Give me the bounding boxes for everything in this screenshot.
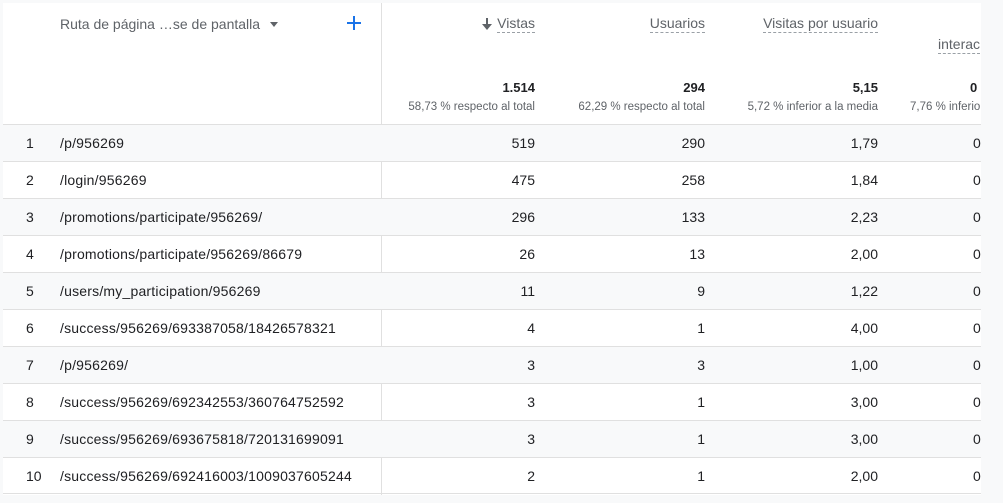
cell-usuarios: 1 [697,320,705,336]
caret-down-icon[interactable] [270,21,279,27]
row-index: 9 [26,431,34,447]
horizontal-overflow-edge [981,3,1003,495]
table-row[interactable]: 2 /login/956269 475 258 1,84 0 [3,161,981,198]
table-row[interactable]: 7 /p/956269/ 3 3 1,00 0 [3,346,981,383]
row-index: 10 [26,468,42,484]
cell-vistas: 11 [520,283,535,299]
cell-vistas: 3 [527,431,535,447]
total-note-visitas-por-usuario: 5,72 % inferior a la media [747,101,878,113]
row-path-link[interactable]: /success/956269/693387058/18426578321 [60,320,336,336]
cell-visitas-por-usuario: 4,00 [850,320,878,336]
table-row[interactable]: 10 /success/956269/692416003/10090376052… [3,457,981,494]
cell-usuarios: 9 [697,283,705,299]
cell-interacciones: 0 [973,394,981,410]
cell-interacciones: 0 [973,431,981,447]
row-index: 6 [26,320,34,336]
column-header-label: Vistas [497,15,535,33]
column-header-label: Usuarios [649,15,705,33]
cell-visitas-por-usuario: 2,23 [850,209,878,225]
total-interacciones: 0 [970,80,978,95]
table-row[interactable]: 8 /success/956269/692342553/360764752592… [3,383,981,420]
cell-usuarios: 1 [697,431,705,447]
row-path-link[interactable]: /p/956269/ [60,357,128,373]
total-visitas-por-usuario: 5,15 [852,80,878,95]
cell-usuarios: 133 [681,209,705,225]
cell-usuarios: 3 [697,357,705,373]
cell-visitas-por-usuario: 2,00 [850,246,878,262]
arrow-down-icon [482,18,493,30]
cell-interacciones: 0 [973,209,981,225]
cell-usuarios: 258 [681,172,705,188]
row-path-link[interactable]: /success/956269/692342553/360764752592 [60,394,344,410]
row-path-link[interactable]: /users/my_participation/956269 [60,283,261,299]
cell-usuarios: 1 [697,468,705,484]
table-row[interactable]: 3 /promotions/participate/956269/ 296 13… [3,198,981,235]
cell-interacciones: 0 [973,283,981,299]
plus-icon [347,16,361,30]
cell-vistas: 3 [527,357,535,373]
total-note-usuarios: 62,29 % respecto al total [578,101,705,113]
cell-visitas-por-usuario: 1,84 [850,172,878,188]
cell-vistas: 3 [527,394,535,410]
total-note-interacciones: 7,76 % inferio [910,101,981,113]
column-header-interacciones[interactable]: interac [938,36,981,54]
cell-vistas: 519 [511,135,535,151]
dimension-label: Ruta de página …se de pantalla [60,16,261,32]
row-path-link[interactable]: /success/956269/693675818/720131699091 [60,431,344,447]
table-body: 1 /p/956269 519 290 1,79 0 2 /login/9562… [3,124,981,494]
table-bottom-border [3,493,981,494]
cell-interacciones: 0 [973,246,981,262]
row-index: 7 [26,357,34,373]
table-row[interactable]: 5 /users/my_participation/956269 11 9 1,… [3,272,981,309]
cell-visitas-por-usuario: 3,00 [850,431,878,447]
row-index: 8 [26,394,34,410]
cell-interacciones: 0 [973,172,981,188]
cell-vistas: 4 [527,320,535,336]
cell-visitas-por-usuario: 2,00 [850,468,878,484]
row-index: 5 [26,283,34,299]
column-header-visitas-por-usuario[interactable]: Visitas por usuario [763,15,878,33]
table-row[interactable]: 9 /success/956269/693675818/720131699091… [3,420,981,457]
cell-interacciones: 0 [973,320,981,336]
cell-visitas-por-usuario: 3,00 [850,394,878,410]
cell-visitas-por-usuario: 1,00 [850,357,878,373]
cell-vistas: 475 [511,172,535,188]
total-vistas: 1.514 [502,80,535,95]
total-note-vistas: 58,73 % respecto al total [408,101,535,113]
row-index: 4 [26,246,34,262]
row-index: 1 [26,135,34,151]
cell-usuarios: 1 [697,394,705,410]
cell-usuarios: 290 [681,135,705,151]
column-header-label: Visitas por usuario [763,15,878,33]
cell-visitas-por-usuario: 1,79 [850,135,878,151]
report-table-card: Ruta de página …se de pantalla Vistas Us… [3,3,981,495]
cell-vistas: 296 [511,209,535,225]
dimension-selector[interactable]: Ruta de página …se de pantalla [60,16,279,32]
cell-usuarios: 13 [689,246,705,262]
add-dimension-button[interactable] [343,12,365,34]
row-index: 3 [26,209,34,225]
cell-interacciones: 0 [973,357,981,373]
row-path-link[interactable]: /success/956269/692416003/1009037605244 [60,468,352,484]
table-row[interactable]: 1 /p/956269 519 290 1,79 0 [3,124,981,161]
cell-vistas: 26 [519,246,535,262]
row-path-link[interactable]: /p/956269 [60,135,124,151]
row-index: 2 [26,172,34,188]
row-path-link[interactable]: /promotions/participate/956269/86679 [60,246,302,262]
cell-interacciones: 0 [973,468,981,484]
table-row[interactable]: 4 /promotions/participate/956269/86679 2… [3,235,981,272]
column-header-vistas[interactable]: Vistas [482,15,535,33]
column-header-usuarios[interactable]: Usuarios [649,15,705,33]
total-usuarios: 294 [683,80,705,95]
table-row[interactable]: 6 /success/956269/693387058/18426578321 … [3,309,981,346]
row-path-link[interactable]: /promotions/participate/956269/ [60,209,262,225]
row-path-link[interactable]: /login/956269 [60,172,147,188]
cell-interacciones: 0 [973,135,981,151]
cell-vistas: 2 [527,468,535,484]
cell-visitas-por-usuario: 1,22 [850,283,878,299]
column-header-label: interac [938,36,981,54]
